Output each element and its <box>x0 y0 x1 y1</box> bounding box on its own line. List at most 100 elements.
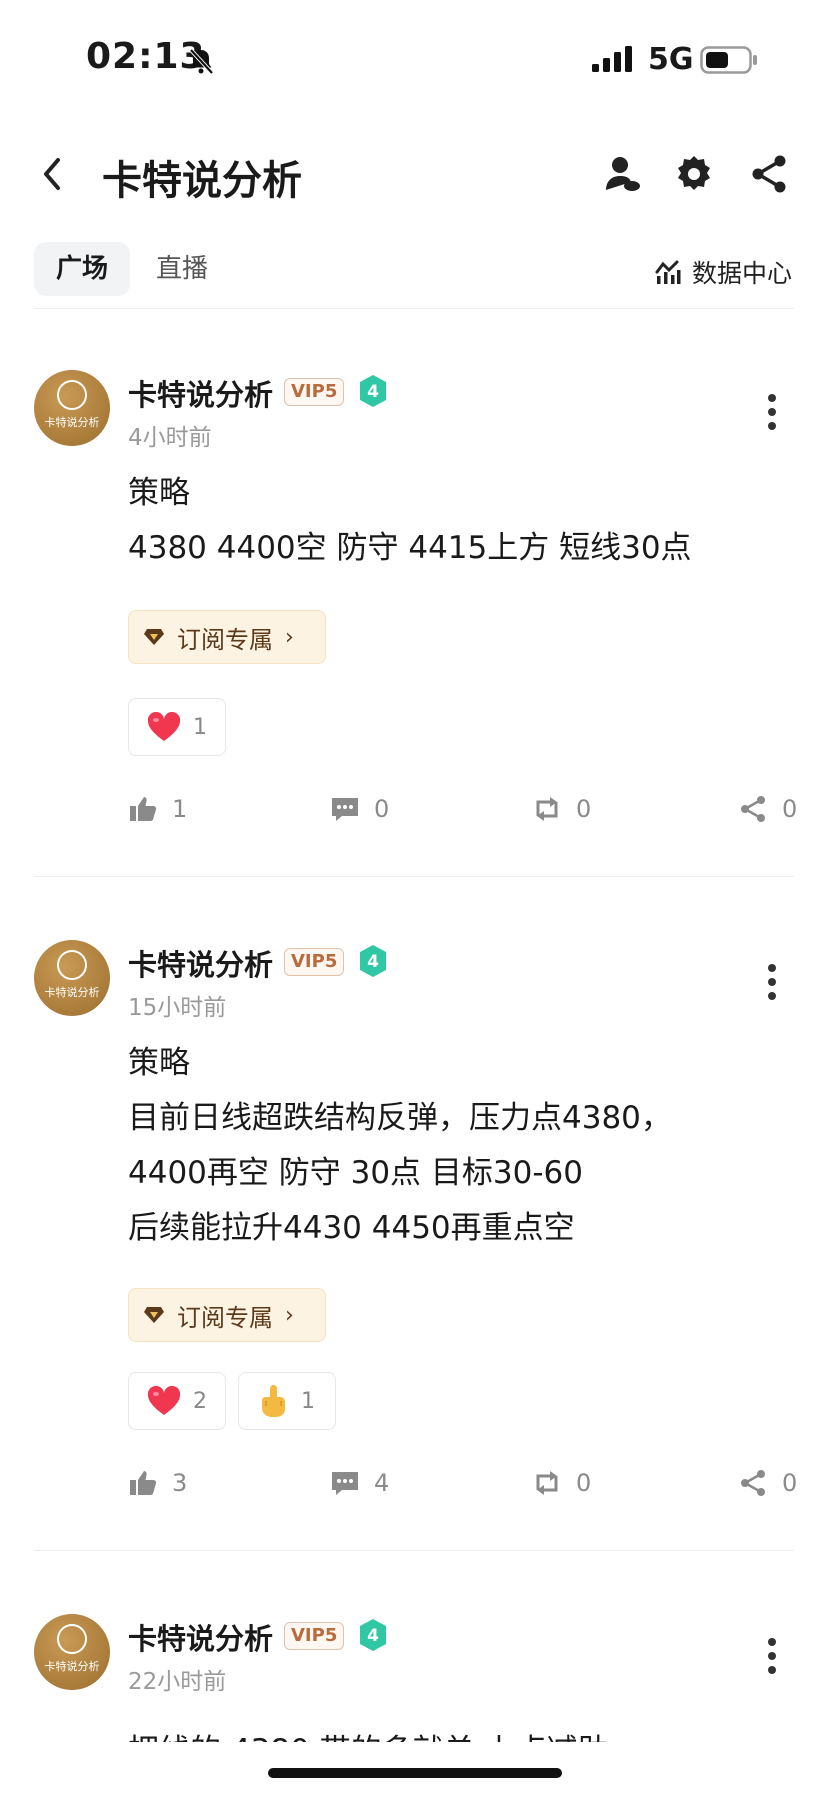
avatar-logo-icon <box>57 950 87 980</box>
data-center-label: 数据中心 <box>691 259 792 288</box>
page-title: 卡特说分析 <box>102 158 302 204</box>
reaction-chip[interactable]: 2 <box>128 1372 226 1430</box>
avatar[interactable]: 卡特说分析 <box>34 1614 110 1690</box>
post-time: 15小时前 <box>128 995 227 1021</box>
svg-text:4: 4 <box>367 1626 379 1646</box>
comment-count: 0 <box>374 795 390 823</box>
action-bar: 3 4 0 0 <box>128 1468 797 1508</box>
subscribe-label: 订阅专属 <box>177 625 273 654</box>
comment-button[interactable]: 0 <box>330 794 389 824</box>
level-badge: 4 <box>360 945 386 977</box>
back-icon[interactable] <box>34 152 70 196</box>
like-count: 3 <box>172 1469 188 1497</box>
middle-finger-emoji-icon <box>262 1385 285 1417</box>
home-indicator[interactable] <box>268 1768 562 1778</box>
content-line: 策略 <box>128 475 190 511</box>
avatar-caption: 卡特说分析 <box>44 1660 100 1673</box>
repost-button[interactable]: 0 <box>532 1468 591 1498</box>
post-content-cutoff: 押线的 4380 带的多就单 上点减助 <box>128 1724 608 1742</box>
divider <box>34 1550 794 1551</box>
screen: 02:13 5G 卡特说分析 广场 直播 数据中心 卡特说分析 卡特说分析 VI… <box>0 0 828 1796</box>
repost-icon <box>536 1471 558 1495</box>
avatar-logo-icon <box>57 1624 87 1654</box>
network-type: 5G <box>648 42 694 77</box>
more-menu-icon[interactable] <box>766 1638 778 1678</box>
vip-badge: VIP5 <box>284 378 345 406</box>
like-button[interactable]: 3 <box>128 1468 187 1498</box>
content-line: 4380 4400空 防守 4415上方 短线30点 <box>128 530 692 566</box>
comment-button[interactable]: 4 <box>330 1468 389 1498</box>
data-center-link[interactable]: 数据中心 <box>654 254 792 290</box>
avatar[interactable]: 卡特说分析 <box>34 940 110 1016</box>
comment-icon <box>332 798 358 821</box>
reaction-count: 1 <box>301 1388 315 1414</box>
tab-bar: 广场 直播 数据中心 <box>0 238 828 308</box>
share-icon[interactable] <box>748 152 792 196</box>
diamond-icon <box>144 629 164 645</box>
content-line: 策略 <box>128 1045 190 1081</box>
post-content: 策略 4380 4400空 防守 4415上方 短线30点 <box>128 466 692 576</box>
level-badge: 4 <box>360 375 386 407</box>
heart-icon <box>147 1386 181 1415</box>
reaction-chip[interactable]: 1 <box>128 698 226 756</box>
user-icon[interactable] <box>600 152 644 196</box>
signal-icon <box>592 46 632 72</box>
subscribe-button[interactable]: 订阅专属 › <box>128 1288 326 1342</box>
avatar-caption: 卡特说分析 <box>44 416 100 429</box>
svg-text:4: 4 <box>367 952 379 972</box>
svg-text:4: 4 <box>367 382 379 402</box>
share-count: 0 <box>782 1469 798 1497</box>
repost-button[interactable]: 0 <box>532 794 591 824</box>
diamond-icon <box>144 1307 164 1323</box>
avatar[interactable]: 卡特说分析 <box>34 370 110 446</box>
reaction-count: 1 <box>193 714 207 740</box>
chevron-right-icon: › <box>285 1302 294 1328</box>
chevron-right-icon: › <box>285 624 294 650</box>
share-icon <box>741 796 765 822</box>
action-bar: 1 0 0 0 <box>128 794 797 834</box>
author-name[interactable]: 卡特说分析 <box>128 1616 273 1658</box>
repost-icon <box>536 797 558 821</box>
like-button[interactable]: 1 <box>128 794 187 824</box>
post-time: 4小时前 <box>128 425 212 451</box>
tab-square[interactable]: 广场 <box>34 242 131 296</box>
subscribe-label: 订阅专属 <box>177 1303 273 1332</box>
divider <box>34 308 794 309</box>
author-name[interactable]: 卡特说分析 <box>128 942 273 984</box>
content-line: 目前日线超跌结构反弹，压力点4380， <box>128 1100 672 1136</box>
status-bar: 02:13 5G <box>0 0 828 120</box>
bell-slash-icon <box>189 48 214 75</box>
avatar-logo-icon <box>57 380 87 410</box>
post-time: 22小时前 <box>128 1669 227 1695</box>
gear-icon[interactable] <box>672 152 716 196</box>
content-line: 4400再空 防守 30点 目标30-60 <box>128 1155 583 1191</box>
comment-icon <box>332 1472 358 1495</box>
author-name[interactable]: 卡特说分析 <box>128 372 273 414</box>
reaction-bar: 2 1 <box>128 1372 336 1430</box>
share-post-button[interactable]: 0 <box>738 1468 797 1498</box>
share-post-button[interactable]: 0 <box>738 794 797 824</box>
thumbs-up-icon <box>130 797 157 821</box>
avatar-caption: 卡特说分析 <box>44 986 100 999</box>
heart-icon <box>147 712 181 741</box>
share-icon <box>741 1470 765 1496</box>
share-count: 0 <box>782 795 798 823</box>
repost-count: 0 <box>576 1469 592 1497</box>
tab-live[interactable]: 直播 <box>134 242 230 296</box>
reaction-bar: 1 <box>128 698 226 756</box>
content-line: 后续能拉升4430 4450再重点空 <box>128 1210 575 1246</box>
reaction-chip[interactable]: 1 <box>238 1372 336 1430</box>
vip-badge: VIP5 <box>284 1622 345 1650</box>
vip-badge: VIP5 <box>284 948 345 976</box>
more-menu-icon[interactable] <box>766 394 778 434</box>
subscribe-button[interactable]: 订阅专属 › <box>128 610 326 664</box>
post-content: 策略 目前日线超跌结构反弹，压力点4380， 4400再空 防守 30点 目标3… <box>128 1036 672 1256</box>
nav-header: 卡特说分析 <box>0 130 828 220</box>
more-menu-icon[interactable] <box>766 964 778 1004</box>
like-count: 1 <box>172 795 188 823</box>
comment-count: 4 <box>374 1469 390 1497</box>
thumbs-up-icon <box>130 1471 157 1495</box>
battery-icon <box>700 46 757 74</box>
repost-count: 0 <box>576 795 592 823</box>
divider <box>34 876 794 877</box>
